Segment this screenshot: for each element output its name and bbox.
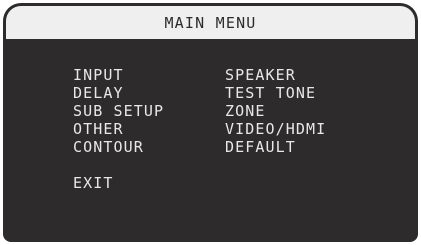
main-menu-screen: MAIN MENU INPUT DELAY SUB SETUP OTHER CO…	[3, 3, 418, 242]
menu-item-zone[interactable]: ZONE	[225, 102, 266, 120]
menu-item-delay[interactable]: DELAY	[73, 84, 124, 102]
menu-item-contour[interactable]: CONTOUR	[73, 138, 144, 156]
menu-item-video-hdmi[interactable]: VIDEO/HDMI	[225, 120, 326, 138]
menu-item-test-tone[interactable]: TEST TONE	[225, 84, 316, 102]
menu-item-other[interactable]: OTHER	[73, 120, 124, 138]
menu-item-speaker[interactable]: SPEAKER	[225, 66, 296, 84]
menu-item-input[interactable]: INPUT	[73, 66, 124, 84]
menu-item-default[interactable]: DEFAULT	[225, 138, 296, 156]
menu-item-sub-setup[interactable]: SUB SETUP	[73, 102, 164, 120]
menu-item-exit[interactable]: EXIT	[73, 174, 114, 192]
title-bar: MAIN MENU	[6, 6, 415, 39]
menu-title: MAIN MENU	[164, 13, 257, 32]
